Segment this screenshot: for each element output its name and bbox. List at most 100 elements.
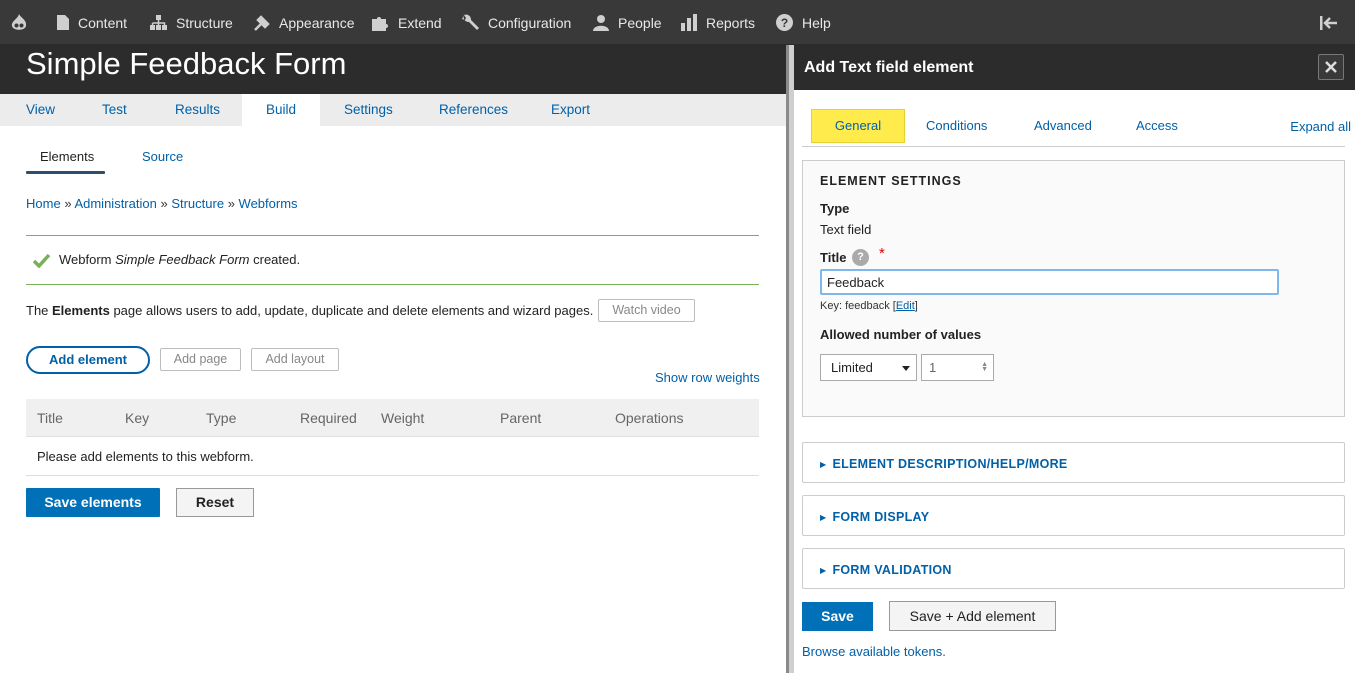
breadcrumb-structure[interactable]: Structure — [171, 196, 224, 211]
allowed-values-label: Allowed number of values — [820, 327, 982, 342]
intro-prefix: The — [26, 303, 53, 318]
empty-table-message: Please add elements to this webform. — [37, 449, 254, 464]
toolbar-label: Structure — [176, 14, 233, 31]
select-value: Limited — [831, 360, 873, 375]
toolbar-configuration[interactable]: Configuration — [461, 0, 571, 45]
toolbar-reports[interactable]: Reports — [680, 0, 755, 45]
table-row: Please add elements to this webform. — [26, 438, 759, 476]
appearance-icon — [254, 14, 270, 31]
message-suffix: created. — [249, 252, 301, 267]
element-settings-fieldset: ELEMENT SETTINGS Type Text field Title ?… — [802, 160, 1345, 417]
section-label: FORM VALIDATION — [832, 563, 952, 577]
toolbar-appearance[interactable]: Appearance — [253, 0, 355, 45]
column-header-key: Key — [125, 410, 150, 426]
add-element-button[interactable]: Add element — [26, 346, 150, 374]
required-marker: * — [879, 245, 885, 262]
section-form-display[interactable]: ▶ FORM DISPLAY — [802, 495, 1345, 536]
breadcrumb-administration[interactable]: Administration — [74, 196, 156, 211]
tab-settings[interactable]: Settings — [344, 94, 393, 126]
breadcrumb-separator: » — [227, 196, 235, 211]
breadcrumb-webforms[interactable]: Webforms — [239, 196, 298, 211]
tab-export[interactable]: Export — [551, 94, 590, 126]
subtab-elements[interactable]: Elements — [40, 149, 94, 164]
section-label: FORM DISPLAY — [832, 510, 930, 524]
chevron-down-icon — [902, 366, 910, 371]
number-value: 1 — [929, 360, 937, 375]
toolbar-label: Extend — [398, 14, 442, 31]
save-add-element-button[interactable]: Save + Add element — [889, 601, 1056, 631]
wrench-icon — [462, 14, 479, 30]
elements-intro-text: The Elements page allows users to add, u… — [26, 303, 593, 318]
toolbar-extend[interactable]: Extend — [371, 0, 442, 45]
key-suffix: ] — [914, 300, 918, 312]
dialog-title: Add Text field element — [804, 59, 974, 76]
checkmark-icon — [32, 253, 51, 268]
triangle-right-icon: ▶ — [820, 513, 827, 522]
help-icon[interactable]: ? — [852, 249, 869, 266]
subtab-source[interactable]: Source — [142, 149, 183, 164]
tab-references[interactable]: References — [439, 94, 508, 126]
toolbar-label: Content — [78, 14, 128, 31]
tab-conditions[interactable]: Conditions — [926, 118, 987, 133]
svg-text:?: ? — [781, 16, 788, 30]
triangle-right-icon: ▶ — [820, 566, 827, 575]
toolbar-content[interactable]: Content — [56, 0, 127, 45]
page-title: Simple Feedback Form — [26, 46, 347, 81]
allowed-values-select[interactable]: Limited — [820, 354, 917, 381]
save-elements-button[interactable]: Save elements — [26, 488, 160, 517]
title-input[interactable] — [820, 269, 1279, 295]
spinner-arrows-icon[interactable]: ▲ ▼ — [981, 361, 988, 373]
toolbar-label: Appearance — [279, 14, 355, 31]
column-header-required: Required — [300, 410, 357, 426]
add-layout-button[interactable]: Add layout — [251, 348, 339, 371]
extend-icon — [372, 17, 388, 31]
active-subtab-indicator — [26, 171, 105, 174]
show-row-weights-link[interactable]: Show row weights — [655, 370, 760, 385]
intro-suffix: page allows users to add, update, duplic… — [109, 303, 594, 318]
add-page-button[interactable]: Add page — [160, 348, 241, 371]
browse-tokens-link[interactable]: Browse available tokens. — [802, 644, 946, 659]
breadcrumb-home[interactable]: Home — [26, 196, 61, 211]
toolbar-orientation-icon[interactable] — [1319, 0, 1347, 45]
toolbar-people[interactable]: People — [591, 0, 662, 45]
tab-view[interactable]: View — [26, 94, 55, 126]
toolbar-label: Reports — [706, 14, 756, 31]
message-webform-name: Simple Feedback Form — [115, 252, 250, 267]
expand-all-link[interactable]: Expand all — [1290, 119, 1351, 134]
tab-general[interactable]: General — [811, 109, 905, 143]
dialog-resize-handle[interactable] — [786, 45, 794, 673]
breadcrumb: Home » Administration » Structure » Webf… — [26, 196, 298, 211]
type-value: Text field — [820, 222, 872, 237]
column-header-operations: Operations — [615, 410, 684, 426]
section-label: ELEMENT DESCRIPTION/HELP/MORE — [832, 457, 1068, 471]
column-header-type: Type — [206, 410, 237, 426]
section-form-validation[interactable]: ▶ FORM VALIDATION — [802, 548, 1345, 589]
reset-button[interactable]: Reset — [176, 488, 254, 517]
close-icon[interactable] — [1318, 54, 1344, 80]
edit-key-link[interactable]: Edit — [896, 300, 915, 312]
tab-access[interactable]: Access — [1136, 118, 1178, 133]
primary-tabs: View Test Results Build Settings Referen… — [0, 94, 786, 126]
tab-results[interactable]: Results — [175, 94, 220, 126]
dialog-body: General Conditions Advanced Access Expan… — [794, 90, 1355, 673]
section-element-description[interactable]: ▶ ELEMENT DESCRIPTION/HELP/MORE — [802, 442, 1345, 483]
breadcrumb-separator: » — [64, 196, 72, 211]
tab-build[interactable]: Build — [242, 94, 320, 126]
toolbar-structure[interactable]: Structure — [149, 0, 233, 45]
help-icon: ? — [776, 14, 793, 31]
watch-video-button[interactable]: Watch video — [598, 299, 695, 322]
tab-advanced[interactable]: Advanced — [1034, 118, 1092, 133]
tabs-divider — [802, 146, 1345, 147]
structure-icon — [150, 15, 167, 30]
column-header-title: Title — [37, 410, 63, 426]
column-header-parent: Parent — [500, 410, 542, 426]
toolbar-help[interactable]: ? Help — [775, 0, 831, 45]
save-button[interactable]: Save — [802, 602, 873, 631]
reports-icon — [681, 14, 697, 31]
drupal-logo-icon[interactable] — [10, 0, 36, 45]
title-label: Title — [820, 250, 847, 265]
type-label: Type — [820, 201, 850, 216]
allowed-values-number[interactable]: 1 ▲ ▼ — [921, 354, 994, 381]
tab-test[interactable]: Test — [102, 94, 127, 126]
toolbar-label: People — [618, 14, 662, 31]
